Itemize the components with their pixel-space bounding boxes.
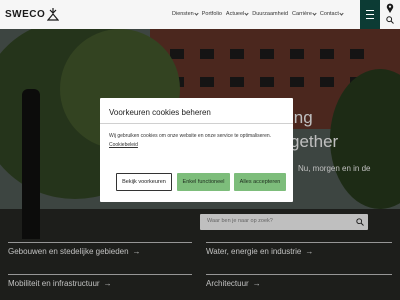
site-header: SWECO Diensten Portfolio Actueel Duurzaa… [0, 0, 400, 29]
cookie-consent-dialog: Voorkeuren cookies beheren Wij gebruiken… [100, 98, 293, 202]
nav-item-actueel[interactable]: Actueel [225, 10, 249, 17]
menu-button[interactable] [360, 0, 380, 29]
menu-icon-bar [366, 14, 374, 15]
location-pin-icon[interactable] [386, 3, 394, 13]
chevron-down-icon [339, 10, 344, 16]
view-preferences-button[interactable]: Bekijk voorkeuren [116, 173, 172, 191]
functional-only-button[interactable]: Enkel functioneel [177, 173, 230, 191]
logo-text: SWECO [5, 8, 46, 20]
nav-item-portfolio[interactable]: Portfolio [202, 11, 222, 17]
cookie-dialog-title: Voorkeuren cookies beheren [109, 108, 211, 117]
accept-all-button[interactable]: Alles accepteren [234, 173, 286, 191]
nav-item-diensten[interactable]: Diensten [172, 10, 199, 17]
search-icon[interactable] [386, 16, 394, 24]
cookie-dialog-body: Wij gebruiken cookies om onze website en… [109, 133, 272, 139]
nav-item-duurzaamheid[interactable]: Duurzaamheid [252, 11, 288, 17]
menu-icon-bar [366, 10, 374, 11]
nav-label: Carrière [292, 11, 312, 17]
main-nav: Diensten Portfolio Actueel Duurzaamheid … [172, 10, 347, 17]
nav-label: Actueel [225, 11, 245, 17]
sweco-logo[interactable]: SWECO [5, 7, 60, 21]
nav-label: Diensten [172, 11, 194, 17]
nav-label: Contact [319, 11, 339, 17]
nav-label: Duurzaamheid [252, 11, 289, 17]
cookie-dialog-divider [100, 123, 293, 124]
menu-icon-bar [366, 18, 374, 19]
chevron-down-icon [194, 10, 199, 16]
header-utility-icons [380, 0, 400, 29]
chevron-down-icon [244, 10, 249, 16]
nav-item-carriere[interactable]: Carrière [292, 10, 317, 17]
logo-mark-icon [47, 8, 60, 21]
cookie-policy-link[interactable]: Cookiebeleid [109, 142, 138, 148]
nav-label: Portfolio [201, 11, 222, 17]
nav-item-contact[interactable]: Contact [319, 10, 344, 17]
chevron-down-icon [312, 10, 317, 16]
